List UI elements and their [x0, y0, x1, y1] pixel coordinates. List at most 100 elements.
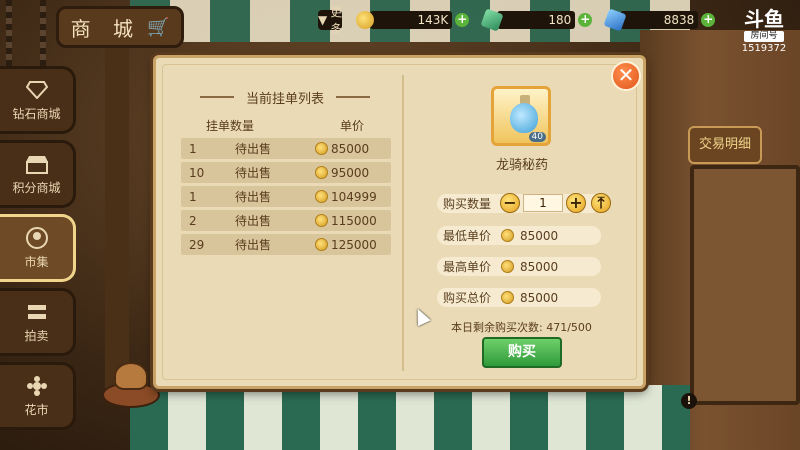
row-qty: 1: [189, 189, 197, 204]
row-status: 待出售: [235, 238, 272, 252]
add-jade-button[interactable]: +: [578, 13, 593, 27]
auction-icon: [24, 301, 50, 323]
listing-title: 当前挂单列表: [200, 88, 370, 107]
shop-title-label: 商 城: [70, 16, 141, 41]
gold-coin-icon: [501, 260, 514, 273]
max-price-value: 85000: [520, 259, 559, 274]
increase-button[interactable]: +: [566, 193, 586, 213]
listing-row[interactable]: 1 待出售 85000: [181, 138, 391, 159]
chain-right: [40, 0, 46, 70]
stream-logo: 斗鱼 房间号 1519372: [734, 8, 794, 55]
listing-row[interactable]: 1 待出售 104999: [181, 186, 391, 207]
column-header-price: 单价: [340, 119, 365, 133]
row-price: 115000: [315, 214, 377, 228]
logo-mark: 斗鱼: [744, 7, 784, 31]
listing-row[interactable]: 10 待出售 95000: [181, 162, 391, 183]
row-status: 待出售: [235, 166, 272, 180]
min-price-row: 最低单价 85000: [437, 226, 601, 245]
quantity-input[interactable]: 1: [523, 194, 563, 212]
awning-bottom: [130, 385, 690, 450]
flower-icon: [24, 375, 50, 397]
trade-detail-button[interactable]: 交易明细: [688, 126, 762, 164]
qty-label: 购买数量: [442, 197, 491, 211]
resource-gold: 143K +: [356, 10, 470, 30]
max-price-label: 最高单价: [442, 260, 491, 274]
sidebar-item-market[interactable]: 市集: [0, 214, 76, 282]
row-price: 95000: [315, 166, 369, 180]
sidebar-item-label: 拍卖: [24, 328, 49, 343]
row-price-value: 95000: [331, 165, 370, 180]
dropdown-icon: ▼: [318, 13, 328, 27]
diamond-icon: [24, 79, 50, 101]
row-price: 104999: [315, 190, 377, 204]
close-button[interactable]: ✕: [611, 61, 641, 91]
item-count-badge: 40: [528, 132, 546, 142]
buy-button[interactable]: 购买: [482, 337, 562, 368]
sidebar-item-label: 市集: [24, 254, 49, 269]
sidebar-item-label: 花市: [24, 402, 49, 417]
row-qty: 2: [189, 213, 197, 228]
row-status: 待出售: [235, 142, 272, 156]
gold-coin-icon: [315, 214, 328, 227]
listing-table: 1 待出售 85000 10 待出售 95000 1 待出售 104999 2 …: [181, 138, 391, 258]
room-label: 房间号: [744, 31, 784, 42]
potion-flask: [510, 103, 538, 133]
chain-left: [6, 0, 12, 70]
row-qty: 10: [189, 165, 205, 180]
row-status: 待出售: [235, 214, 272, 228]
sidebar-item-flower-market[interactable]: 花市: [0, 362, 76, 430]
more-button[interactable]: ▼ 更多: [318, 5, 343, 36]
gold-coin-icon: [315, 190, 328, 203]
sidebar-item-points-shop[interactable]: 积分商城: [0, 140, 76, 208]
listing-row[interactable]: 29 待出售 125000: [181, 234, 391, 255]
row-price: 85000: [315, 142, 369, 156]
row-qty: 1: [189, 141, 197, 156]
total-label: 购买总价: [442, 291, 491, 305]
gold-coin-icon: [315, 142, 328, 155]
row-price-value: 115000: [331, 213, 377, 228]
sidebar-item-auction[interactable]: 拍卖: [0, 288, 76, 356]
room-number: 1519372: [741, 43, 787, 54]
total-value: 85000: [520, 290, 559, 305]
divider: [402, 75, 404, 371]
gold-coin-icon: [315, 166, 328, 179]
bell-icon[interactable]: [114, 362, 148, 390]
sidebar-item-label: 积分商城: [12, 180, 61, 195]
max-price-row: 最高单价 85000: [437, 257, 601, 276]
row-price-value: 104999: [331, 189, 377, 204]
row-price-value: 125000: [331, 237, 377, 252]
gold-coin-icon: [315, 238, 328, 251]
sidebar-item-label: 钻石商城: [12, 106, 61, 121]
stall-post: [105, 40, 129, 400]
max-quantity-button[interactable]: ⤒: [591, 193, 611, 213]
info-icon[interactable]: !: [681, 393, 697, 409]
gold-value: 143K: [370, 11, 453, 29]
gold-coin-icon: [501, 229, 514, 242]
add-gold-button[interactable]: +: [455, 13, 470, 27]
row-price: 125000: [315, 238, 377, 252]
gold-coin-icon: [501, 291, 514, 304]
resource-bar: ▼ 更多 143K + 180 + 8838 +: [318, 5, 716, 36]
listing-row[interactable]: 2 待出售 115000: [181, 210, 391, 231]
decrease-button[interactable]: −: [500, 193, 520, 213]
min-price-label: 最低单价: [442, 229, 491, 243]
more-label: 更多: [330, 5, 343, 36]
add-crystal-button[interactable]: +: [701, 13, 716, 27]
row-qty: 29: [189, 237, 205, 252]
column-header-qty: 挂单数量: [206, 119, 255, 133]
quantity-stepper: − 1 + ⤒: [500, 193, 611, 213]
jade-value: 180: [497, 11, 576, 29]
row-status: 待出售: [235, 190, 272, 204]
cart-icon: 🛒: [146, 16, 170, 38]
sidebar-item-diamond-shop[interactable]: 钻石商城: [0, 66, 76, 134]
crystal-value: 8838: [620, 11, 699, 29]
remaining-purchases: 本日剩余购买次数: 471/500: [451, 321, 592, 334]
item-name: 龙骑秘药: [495, 158, 548, 173]
resource-crystal: 8838 +: [603, 8, 716, 32]
market-icon: [24, 226, 50, 249]
item-potion-icon[interactable]: 40: [491, 86, 551, 146]
stall-door: [690, 165, 800, 405]
resource-jade: 180 +: [480, 8, 593, 32]
row-price-value: 85000: [331, 141, 370, 156]
total-price-row: 购买总价 85000: [437, 288, 601, 307]
